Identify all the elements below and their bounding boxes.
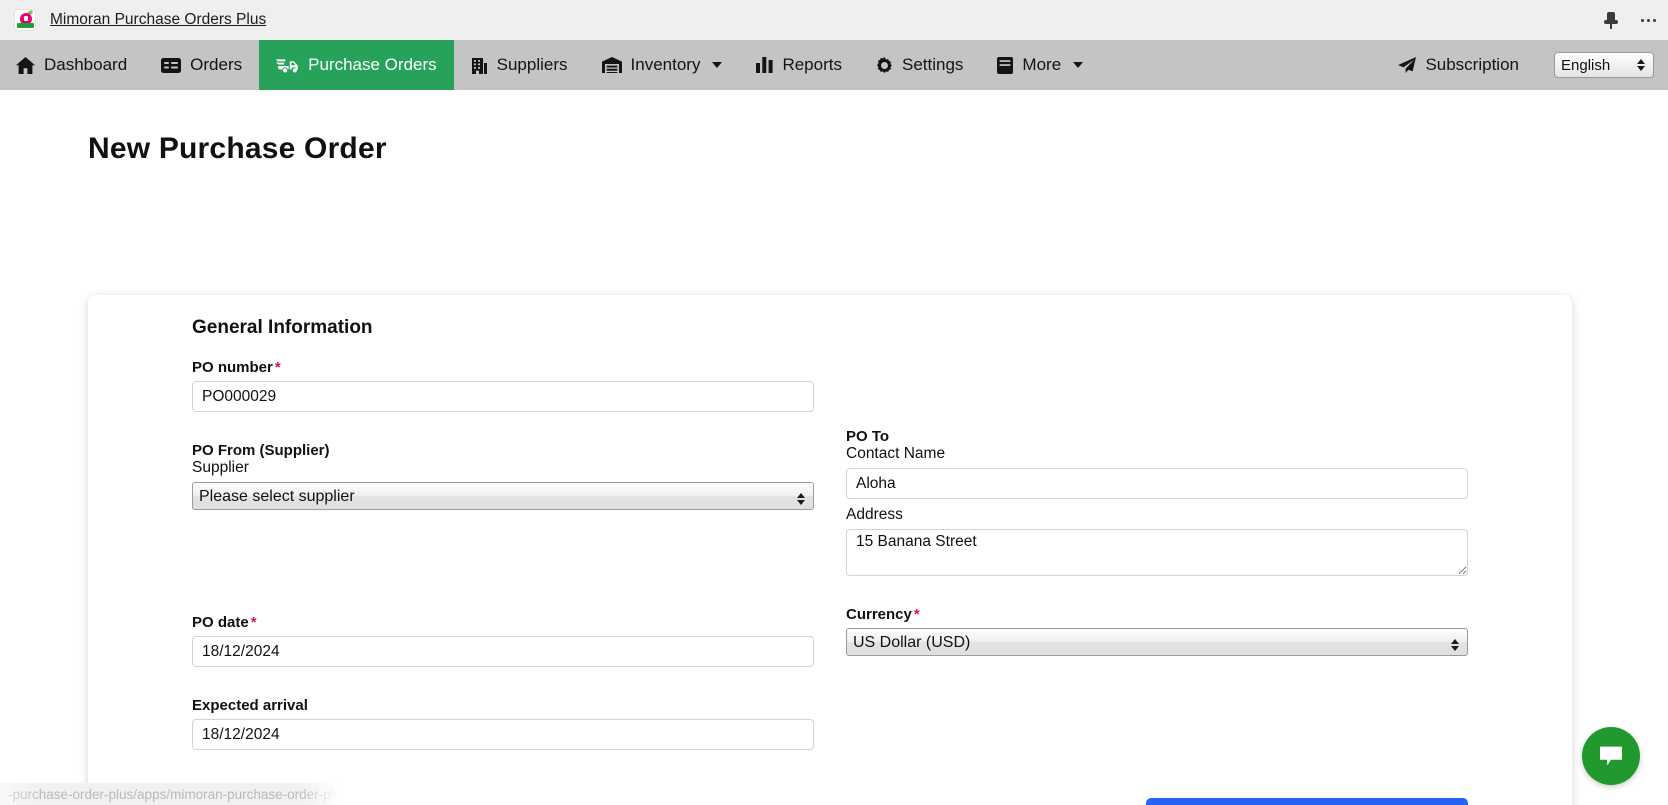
ellipsis-icon[interactable] — [1641, 18, 1656, 22]
field-expected-arrival: Expected arrival — [192, 697, 814, 750]
field-po-number: PO number * — [192, 359, 814, 412]
nav-label: Reports — [782, 55, 842, 74]
home-icon — [16, 56, 35, 74]
pin-icon[interactable] — [1603, 11, 1619, 29]
supplier-select[interactable]: Please select supplier — [192, 482, 814, 510]
book-icon — [997, 56, 1014, 74]
field-currency: Currency * US Dollar (USD) — [846, 606, 1468, 656]
nav-item-reports[interactable]: Reports — [739, 40, 859, 90]
paper-plane-icon — [1398, 57, 1417, 73]
field-supplier: PO From (Supplier) Supplier Please selec… — [192, 442, 814, 510]
browser-tab-bar: Mimoran Purchase Orders Plus — [0, 0, 1668, 40]
nav-item-suppliers[interactable]: Suppliers — [454, 40, 585, 90]
nav-right-group: Subscription English — [1381, 40, 1668, 90]
prepare-po-button[interactable]: PREPARE PO — [1146, 798, 1468, 805]
chat-bubble-icon — [1598, 744, 1624, 768]
nav-item-orders[interactable]: Orders — [144, 40, 259, 90]
supplier-select-wrapper: Please select supplier — [192, 482, 814, 510]
nav-label: Orders — [190, 55, 243, 74]
required-marker: * — [274, 359, 281, 376]
nav-label: More — [1022, 55, 1062, 74]
nav-item-dashboard[interactable]: Dashboard — [0, 40, 144, 90]
po-date-label: PO date * — [192, 614, 257, 631]
po-to-section-label: PO To — [846, 428, 890, 445]
main-navigation: Dashboard Orders Purchase Orders Supplie… — [0, 40, 1668, 90]
truck-icon — [276, 57, 299, 73]
po-number-input[interactable] — [192, 381, 814, 412]
language-selector-wrapper: English — [1554, 52, 1654, 78]
required-marker: * — [250, 614, 257, 631]
nav-label: Dashboard — [44, 55, 128, 74]
card-title: General Information — [192, 317, 373, 338]
gear-icon — [876, 56, 893, 74]
general-information-card: General Information PO number* PO From (… — [88, 295, 1572, 805]
page-content: New Purchase Order General Information P… — [0, 90, 1668, 805]
mimoran-logo-icon — [14, 9, 36, 31]
browser-tab-title[interactable]: Mimoran Purchase Orders Plus — [50, 11, 266, 29]
building-icon — [471, 57, 488, 74]
required-marker: * — [913, 606, 920, 623]
nav-item-settings[interactable]: Settings — [859, 40, 980, 90]
expected-arrival-input[interactable] — [192, 719, 814, 750]
address-label: Address — [846, 506, 903, 523]
language-select[interactable]: English — [1554, 52, 1654, 78]
nav-item-more[interactable]: More — [980, 40, 1100, 90]
supplier-label: Supplier — [192, 459, 249, 476]
bar-chart-icon — [756, 57, 774, 73]
browser-chrome-actions — [1603, 0, 1656, 40]
chat-widget-button[interactable] — [1582, 727, 1640, 785]
warehouse-icon — [601, 57, 622, 73]
chevron-down-icon — [712, 62, 723, 68]
browser-status-bar: -purchase-order-plus/apps/mimoran-purcha… — [0, 783, 340, 805]
nav-item-subscription[interactable]: Subscription — [1381, 55, 1536, 75]
po-date-input[interactable] — [192, 636, 814, 667]
chevron-down-icon — [1073, 62, 1084, 68]
po-from-section-label: PO From (Supplier) — [192, 442, 330, 459]
form-column-left: PO number* PO From (Supplier) Supplier P… — [192, 359, 814, 750]
currency-select-wrapper: US Dollar (USD) — [846, 628, 1468, 656]
page-title: New Purchase Order — [88, 132, 387, 165]
expected-arrival-label: Expected arrival — [192, 697, 308, 714]
nav-label: Settings — [901, 55, 964, 74]
address-textarea[interactable]: 15 Banana Street — [846, 529, 1468, 576]
contact-name-input[interactable] — [846, 468, 1468, 499]
nav-item-inventory[interactable]: Inventory — [585, 40, 740, 90]
form-column-right: PO To Contact Name Address 15 Banana Str… — [846, 359, 1468, 750]
nav-item-purchase-orders[interactable]: Purchase Orders — [259, 40, 454, 90]
currency-label: Currency * — [846, 606, 920, 623]
field-contact-name: PO To Contact Name — [846, 428, 1468, 499]
po-number-label: PO number * — [192, 359, 281, 376]
currency-select[interactable]: US Dollar (USD) — [846, 628, 1468, 656]
field-po-date: PO date * — [192, 614, 814, 667]
receipt-icon — [161, 57, 182, 73]
form-grid: PO number* PO From (Supplier) Supplier P… — [106, 359, 1554, 750]
nav-label: Inventory — [630, 55, 701, 74]
contact-name-label: Contact Name — [846, 445, 946, 462]
nav-label: Purchase Orders — [308, 55, 437, 74]
nav-label: Suppliers — [496, 55, 568, 74]
field-address: Address 15 Banana Street — [846, 506, 1468, 576]
nav-label: Subscription — [1425, 55, 1519, 74]
